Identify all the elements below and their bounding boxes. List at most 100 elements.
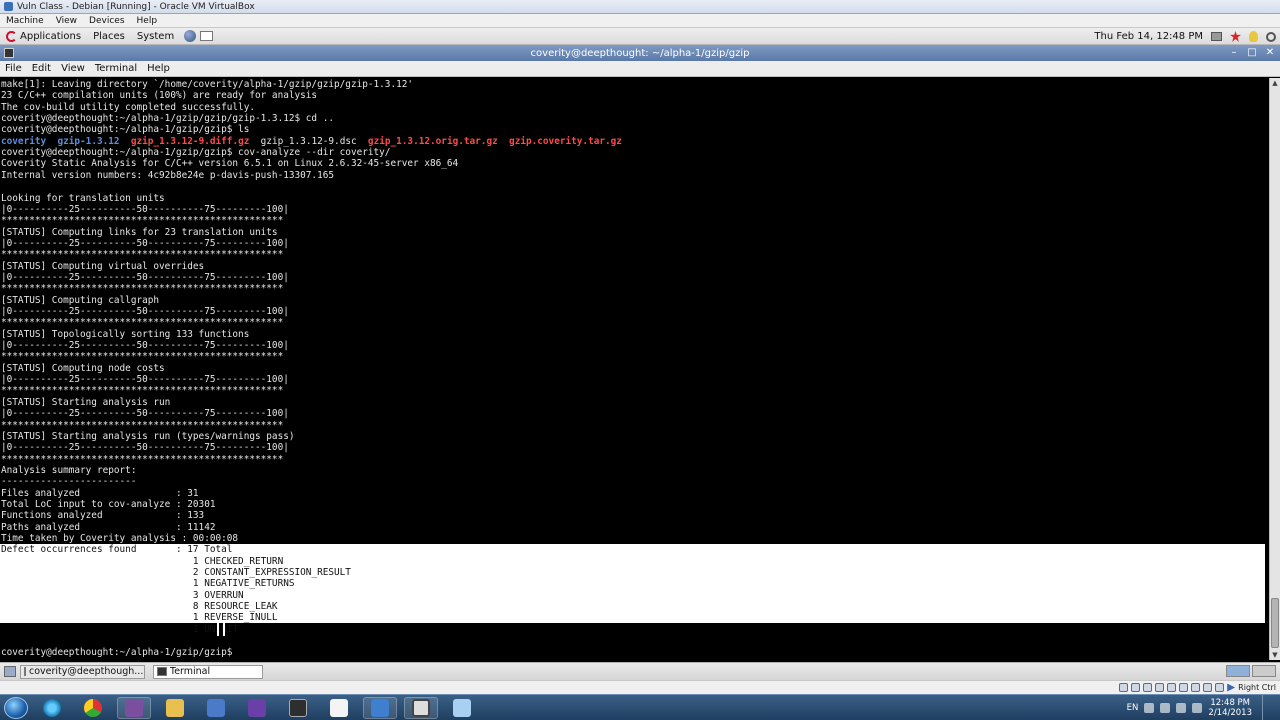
terminal-line: [STATUS] Topologically sorting 133 funct… xyxy=(1,328,250,340)
vbox-menu-devices[interactable]: Devices xyxy=(83,16,130,26)
language-indicator[interactable]: EN xyxy=(1127,703,1139,713)
minimize-icon[interactable]: – xyxy=(1228,47,1240,59)
terminal-line: 8 RESOURCE_LEAK xyxy=(1,601,278,613)
volume-icon[interactable] xyxy=(1176,703,1187,713)
terminal-line: ****************************************… xyxy=(1,453,284,465)
mouse-integration-icon[interactable] xyxy=(1215,683,1225,692)
network-tray-icon[interactable] xyxy=(1160,703,1171,713)
applications-menu[interactable]: Applications xyxy=(0,30,87,42)
terminal-titlebar: coverity@deepthought: ~/alpha-1/gzip/gzi… xyxy=(0,45,1280,61)
tray-up-arrow-icon[interactable] xyxy=(1144,703,1155,713)
applications-menu-label: Applications xyxy=(20,30,82,42)
terminal-line: ****************************************… xyxy=(1,385,284,397)
workspace-1[interactable] xyxy=(1226,665,1250,677)
terminal-line: |0----------25----------50----------75--… xyxy=(1,374,289,386)
globe-icon[interactable] xyxy=(184,30,197,42)
x-icon[interactable] xyxy=(281,697,315,719)
terminal-line: Time taken by Coverity analysis : 00:00:… xyxy=(1,533,239,544)
feather-icon[interactable] xyxy=(445,697,479,719)
terminal-line: Internal version numbers: 4c92b8e24e p-d… xyxy=(1,169,335,181)
shared-folder-icon[interactable] xyxy=(1167,683,1177,692)
terminal-output[interactable]: make[1]: Leaving directory `/home/coveri… xyxy=(0,78,1269,660)
ls-entry: gzip_1.3.12-9.diff.gz xyxy=(130,135,250,147)
floppy-icon[interactable] xyxy=(1143,683,1153,692)
terminal-icon[interactable] xyxy=(404,696,438,719)
terminal-line: |0----------25----------50----------75--… xyxy=(1,306,289,317)
document-icon[interactable] xyxy=(322,697,356,719)
workspace-switcher[interactable] xyxy=(1226,665,1276,677)
show-desktop-button[interactable] xyxy=(1262,695,1272,720)
vbox-window-title: Vuln Class - Debian [Running] - Oracle V… xyxy=(17,1,255,12)
virtualbox-icon[interactable] xyxy=(363,696,397,719)
chrome-icon[interactable] xyxy=(76,697,110,719)
terminal-line: 1 CHECKED_RETURN xyxy=(1,555,284,567)
terminal-menu-file[interactable]: File xyxy=(0,63,27,74)
terminal-line: |0----------25----------50----------75--… xyxy=(1,271,289,283)
network-icon[interactable] xyxy=(199,697,233,719)
close-icon[interactable]: ✕ xyxy=(1264,47,1276,59)
taskbar-item-terminal-2[interactable]: Terminal xyxy=(153,664,263,679)
places-menu[interactable]: Places xyxy=(87,31,131,42)
ls-entry: gzip.coverity.tar.gz xyxy=(509,135,622,147)
network-icon[interactable] xyxy=(1179,683,1189,692)
vbox-menu-help[interactable]: Help xyxy=(131,16,164,26)
terminal-menu-edit[interactable]: Edit xyxy=(27,63,56,74)
hard-disk-icon[interactable] xyxy=(1119,683,1129,692)
system-menu[interactable]: System xyxy=(131,31,180,42)
ls-entry: coverity xyxy=(1,135,47,147)
start-button[interactable] xyxy=(4,696,28,719)
terminal-menu-terminal[interactable]: Terminal xyxy=(90,63,142,74)
terminal-line: |0----------25----------50----------75--… xyxy=(1,203,289,215)
terminal-line: ****************************************… xyxy=(1,283,284,295)
system-clock[interactable]: 12:48 PM 2/14/2013 xyxy=(1208,698,1252,718)
window-controls: – □ ✕ xyxy=(1228,47,1276,59)
display-icon[interactable] xyxy=(1191,683,1201,692)
terminal-line: Functions analyzed : 133 xyxy=(1,510,205,522)
optical-drive-icon[interactable] xyxy=(1131,683,1141,692)
folder-icon[interactable] xyxy=(158,697,192,719)
workspace-2[interactable] xyxy=(1252,665,1276,677)
flag-icon[interactable] xyxy=(1192,703,1203,713)
virtualbox-icon xyxy=(4,2,13,11)
show-desktop-icon[interactable] xyxy=(4,666,16,677)
maximize-icon[interactable]: □ xyxy=(1246,47,1258,59)
ie-icon[interactable] xyxy=(35,697,69,719)
terminal-line: ------------------------ xyxy=(1,476,137,488)
usb-icon[interactable] xyxy=(1155,683,1165,692)
terminal-line: Defect occurrences found : 17 Total xyxy=(1,544,233,556)
terminal-icon xyxy=(24,667,26,676)
terminal-icon xyxy=(4,48,14,58)
terminal-line: ****************************************… xyxy=(1,419,284,431)
terminal-line: |0----------25----------50----------75--… xyxy=(1,340,289,352)
terminal-line: 2 CONSTANT_EXPRESSION_RESULT xyxy=(1,567,351,579)
app-icon[interactable] xyxy=(117,696,151,719)
terminal-scrollbar[interactable]: ▲ ▼ xyxy=(1269,78,1280,660)
vbox-menu-machine[interactable]: Machine xyxy=(0,16,50,26)
mouse-cursor-icon xyxy=(217,623,225,636)
debian-icon xyxy=(6,30,17,42)
terminal-menubar: File Edit View Terminal Help xyxy=(0,61,1280,77)
scroll-up-icon[interactable]: ▲ xyxy=(1270,78,1280,88)
visual-studio-icon[interactable] xyxy=(240,697,274,719)
terminal-menu-help[interactable]: Help xyxy=(142,63,175,74)
terminal-line: 23 C/C++ compilation units (100%) are re… xyxy=(1,90,318,102)
search-icon[interactable] xyxy=(1266,31,1276,42)
vbox-titlebar: Vuln Class - Debian [Running] - Oracle V… xyxy=(0,0,1280,14)
terminal-line: ****************************************… xyxy=(1,317,284,329)
red-star-icon[interactable] xyxy=(1230,31,1241,42)
mail-icon[interactable] xyxy=(200,31,214,41)
scrollbar-thumb[interactable] xyxy=(1271,598,1279,648)
terminal-line: |0----------25----------50----------75--… xyxy=(1,237,289,249)
tray-box-icon[interactable] xyxy=(1211,32,1222,41)
scroll-down-icon[interactable]: ▼ xyxy=(1270,650,1280,660)
gnome-top-panel: Applications Places System Thu Feb 14, 1… xyxy=(0,28,1280,45)
vbox-menu-view[interactable]: View xyxy=(50,16,83,26)
taskbar-item-terminal-1[interactable]: coverity@deepthough... xyxy=(20,664,145,679)
video-capture-icon[interactable] xyxy=(1203,683,1213,692)
terminal-menu-view[interactable]: View xyxy=(56,63,90,74)
terminal-line: Analysis summary report: xyxy=(1,464,137,476)
panel-clock[interactable]: Thu Feb 14, 12:48 PM xyxy=(1094,31,1203,42)
terminal-line: coverity gzip-1.3.12 gzip_1.3.12-9.diff.… xyxy=(1,136,622,147)
bulb-icon[interactable] xyxy=(1249,31,1258,42)
terminal-line: [STATUS] Computing virtual overrides xyxy=(1,260,205,272)
